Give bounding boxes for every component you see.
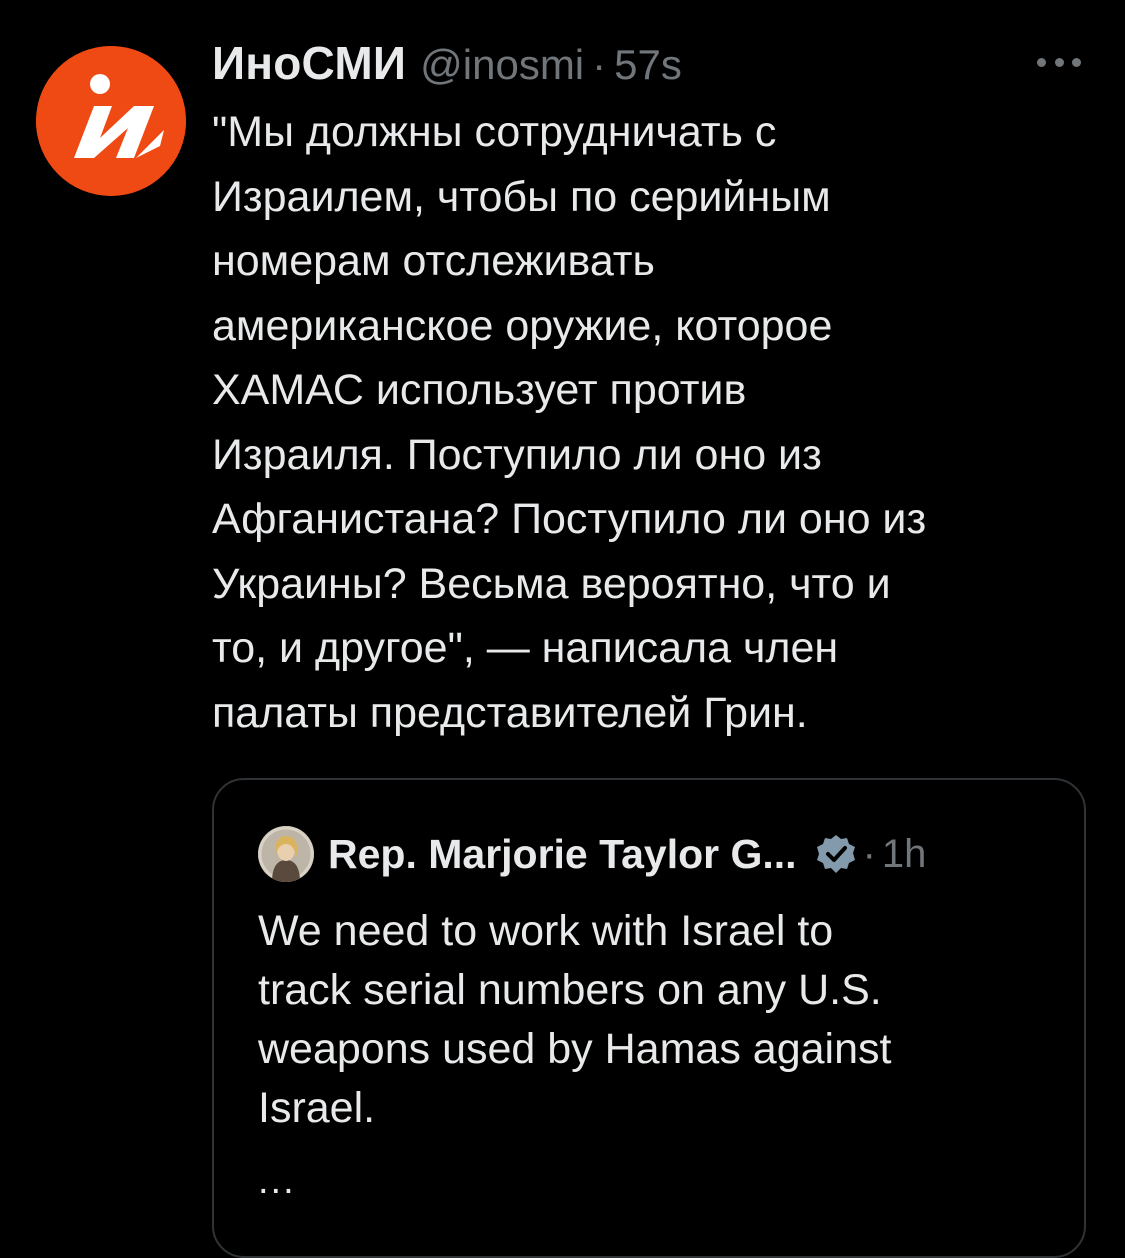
quoted-text-line: track serial numbers on any U.S. [258, 966, 882, 1014]
quoted-tweet-card[interactable]: Rep. Marjorie Taylor G... · 1h We need t… [212, 778, 1086, 1258]
timestamp[interactable]: 57s [614, 41, 682, 89]
inosmi-logo-icon [36, 46, 186, 196]
tweet-text: "Мы должны сотрудничать с Израилем, чтоб… [212, 100, 1092, 745]
tweet-text-line: номерам отслеживать [212, 237, 655, 285]
portrait-icon [258, 826, 314, 882]
tweet[interactable]: ИноСМИ @inosmi · 57s "Мы должны сотрудни… [0, 0, 1125, 1258]
separator-dot: · [862, 831, 876, 876]
quoted-tweet-header: Rep. Marjorie Taylor G... · 1h [258, 824, 926, 884]
quoted-text-line: Israel. [258, 1084, 376, 1132]
quoted-text-line: weapons used by Hamas against [258, 1025, 892, 1073]
tweet-text-line: Израиля. Поступило ли оно из [212, 430, 822, 479]
quoted-tweet-text: We need to work with Israel to track ser… [258, 902, 1058, 1138]
tweet-text-line: то, и другое", — написала член [212, 624, 839, 672]
tweet-text-line: палаты представителей Грин. [212, 688, 808, 737]
tweet-text-line: "Мы должны сотрудничать с [212, 108, 777, 156]
separator-dot: · [592, 41, 607, 88]
more-horizontal-icon[interactable] [1037, 56, 1081, 68]
verified-badge-icon[interactable] [815, 833, 857, 875]
tweet-text-line: Афганистана? Поступило ли оно из [212, 495, 927, 543]
tweet-text-line: ХАМАС использует против [212, 366, 747, 414]
user-handle[interactable]: @inosmi [420, 41, 584, 89]
quoted-display-name[interactable]: Rep. Marjorie Taylor G... [328, 831, 797, 878]
tweet-text-line: американское оружие, которое [212, 301, 833, 350]
display-name[interactable]: ИноСМИ [212, 36, 406, 90]
quoted-text-truncation[interactable]: ... [258, 1160, 296, 1203]
quoted-timestamp[interactable]: 1h [882, 832, 927, 877]
tweet-text-line: Израилем, чтобы по серийным [212, 172, 831, 221]
tweet-text-line: Украины? Весьма вероятно, что и [212, 559, 891, 608]
tweet-header: ИноСМИ @inosmi · 57s [212, 36, 682, 92]
quoted-user-avatar[interactable] [258, 826, 314, 882]
inosmi-avatar[interactable] [36, 46, 186, 196]
quoted-text-line: We need to work with Israel to [258, 907, 834, 955]
